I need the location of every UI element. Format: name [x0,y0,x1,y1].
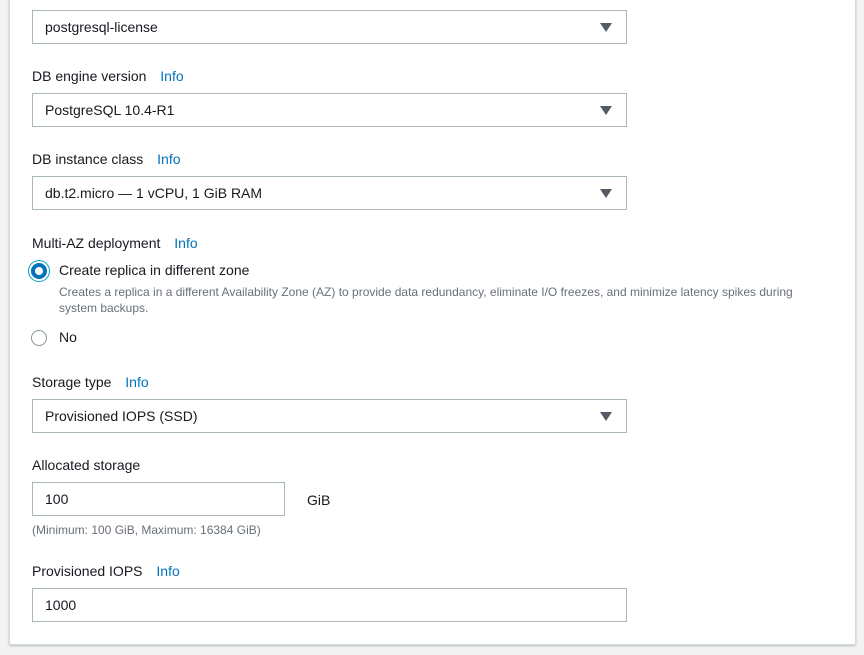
allocated-storage-label: Allocated storage [32,457,141,473]
allocated-storage-hint: (Minimum: 100 GiB, Maximum: 16384 GiB) [32,523,261,537]
engine-version-label-row: DB engine version Info [32,67,184,85]
provisioned-iops-value: 1000 [45,597,77,613]
db-settings-panel: postgresql-license DB engine version Inf… [9,0,856,645]
radio-option-label[interactable]: Create replica in different zone [59,262,249,278]
instance-class-info-link[interactable]: Info [157,151,180,167]
allocated-storage-value: 100 [45,491,69,507]
caret-down-icon [600,106,612,115]
radio-unselected-icon[interactable] [31,330,47,346]
caret-down-icon [600,412,612,421]
allocated-storage-input[interactable]: 100 [32,482,285,516]
license-model-value: postgresql-license [45,19,158,35]
storage-type-value: Provisioned IOPS (SSD) [45,408,198,424]
instance-class-label: DB instance class [32,151,144,167]
multi-az-info-link[interactable]: Info [174,235,197,251]
provisioned-iops-info-link[interactable]: Info [156,563,179,579]
caret-down-icon [600,189,612,198]
caret-down-icon [600,23,612,32]
storage-type-info-link[interactable]: Info [125,374,148,390]
instance-class-value: db.t2.micro — 1 vCPU, 1 GiB RAM [45,185,263,201]
radio-option-label[interactable]: No [59,329,77,345]
provisioned-iops-label-row: Provisioned IOPS Info [32,562,180,580]
instance-class-select[interactable]: db.t2.micro — 1 vCPU, 1 GiB RAM [32,176,627,210]
allocated-storage-label-row: Allocated storage [32,456,140,474]
engine-version-label: DB engine version [32,68,147,84]
license-model-select[interactable]: postgresql-license [32,10,627,44]
provisioned-iops-label: Provisioned IOPS [32,563,143,579]
provisioned-iops-input[interactable]: 1000 [32,588,627,622]
storage-type-select[interactable]: Provisioned IOPS (SSD) [32,399,627,433]
engine-version-info-link[interactable]: Info [160,68,183,84]
engine-version-select[interactable]: PostgreSQL 10.4-R1 [32,93,627,127]
radio-option-description: Creates a replica in a different Availab… [59,285,793,315]
multi-az-label: Multi-AZ deployment [32,235,161,251]
multi-az-label-row: Multi-AZ deployment Info [32,234,198,252]
storage-type-label: Storage type [32,374,112,390]
engine-version-value: PostgreSQL 10.4-R1 [45,102,175,118]
radio-selected-icon[interactable] [31,263,47,279]
instance-class-label-row: DB instance class Info [32,150,181,168]
allocated-storage-unit: GiB [307,492,331,508]
storage-type-label-row: Storage type Info [32,373,149,391]
